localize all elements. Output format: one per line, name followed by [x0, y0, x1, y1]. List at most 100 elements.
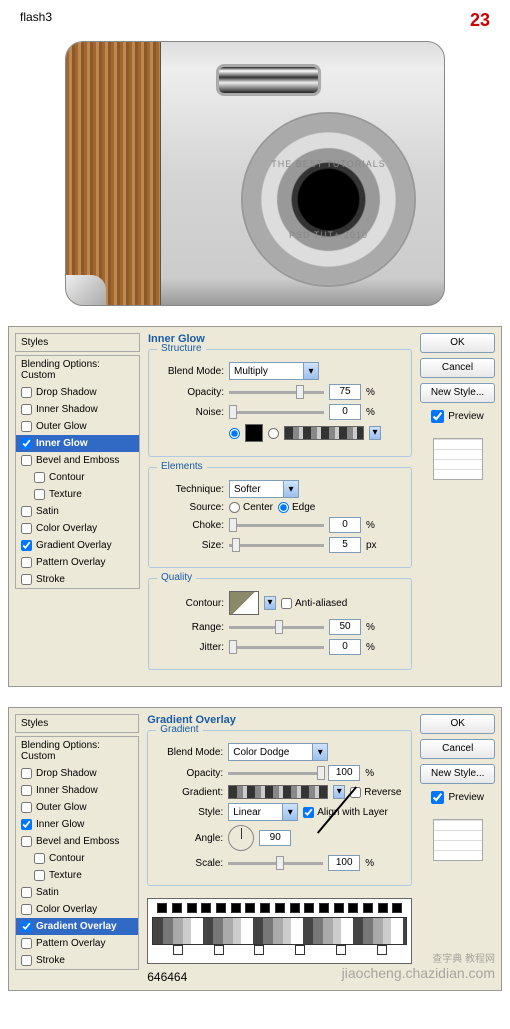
style-texture[interactable]: Texture	[16, 486, 139, 503]
style-color_overlay[interactable]: Color Overlay	[16, 901, 138, 918]
range-slider[interactable]	[229, 626, 324, 629]
ok-button[interactable]: OK	[420, 333, 495, 353]
opacity-stop[interactable]	[378, 903, 388, 913]
gradient-swatch[interactable]	[284, 426, 364, 440]
opacity-slider[interactable]	[228, 772, 323, 775]
style-gradient_overlay[interactable]: Gradient Overlay	[16, 537, 139, 554]
style-satin[interactable]: Satin	[16, 884, 138, 901]
style-outer_glow[interactable]: Outer Glow	[16, 799, 138, 816]
preview-swatch	[433, 819, 483, 861]
opacity-input[interactable]: 75	[329, 384, 361, 400]
opacity-stop[interactable]	[334, 903, 344, 913]
watermark: 查字典 教程网	[432, 950, 495, 965]
opacity-stop[interactable]	[172, 903, 182, 913]
opacity-stop[interactable]	[319, 903, 329, 913]
color-stop[interactable]	[336, 945, 346, 955]
style-outer_glow[interactable]: Outer Glow	[16, 418, 139, 435]
color-stop[interactable]	[214, 945, 224, 955]
opacity-slider[interactable]	[229, 391, 324, 394]
align-checkbox[interactable]	[303, 807, 314, 818]
preview-swatch	[433, 438, 483, 480]
opacity-input[interactable]: 100	[328, 765, 360, 781]
styles-header[interactable]: Styles	[15, 714, 139, 733]
ok-button[interactable]: OK	[420, 714, 495, 734]
choke-input[interactable]: 0	[329, 517, 361, 533]
style-drop_shadow[interactable]: Drop Shadow	[16, 384, 139, 401]
style-stroke[interactable]: Stroke	[16, 952, 138, 969]
contour-picker[interactable]	[229, 591, 259, 615]
blend-mode-select[interactable]: Multiply▾	[229, 362, 319, 380]
size-slider[interactable]	[229, 544, 324, 547]
new-style-button[interactable]: New Style...	[420, 764, 495, 784]
opacity-stop[interactable]	[348, 903, 358, 913]
chevron-down-icon[interactable]: ▾	[369, 426, 381, 440]
technique-select[interactable]: Softer▾	[229, 480, 299, 498]
style-contour[interactable]: Contour	[16, 850, 138, 867]
color-stop[interactable]	[173, 945, 183, 955]
scale-slider[interactable]	[228, 862, 323, 865]
source-edge-radio[interactable]	[278, 502, 289, 513]
gradient-editor[interactable]	[147, 898, 412, 964]
color-swatch[interactable]	[245, 424, 263, 442]
opacity-stop[interactable]	[201, 903, 211, 913]
opacity-stop[interactable]	[275, 903, 285, 913]
cancel-button[interactable]: Cancel	[420, 739, 495, 759]
angle-input[interactable]: 90	[259, 830, 291, 846]
opacity-stop[interactable]	[304, 903, 314, 913]
source-center-radio[interactable]	[229, 502, 240, 513]
color-stop[interactable]	[377, 945, 387, 955]
style-satin[interactable]: Satin	[16, 503, 139, 520]
opacity-stop[interactable]	[187, 903, 197, 913]
angle-dial[interactable]	[228, 825, 254, 851]
opacity-stop[interactable]	[290, 903, 300, 913]
style-color_overlay[interactable]: Color Overlay	[16, 520, 139, 537]
style-inner_shadow[interactable]: Inner Shadow	[16, 782, 138, 799]
preview-checkbox[interactable]	[431, 791, 444, 804]
gradient-picker[interactable]	[228, 785, 328, 799]
preview-checkbox[interactable]	[431, 410, 444, 423]
choke-slider[interactable]	[229, 524, 324, 527]
color-radio[interactable]	[229, 428, 240, 439]
style-contour[interactable]: Contour	[16, 469, 139, 486]
opacity-stop[interactable]	[392, 903, 402, 913]
blending-options[interactable]: Blending Options: Custom	[16, 737, 138, 765]
style-gradient_overlay[interactable]: Gradient Overlay	[16, 918, 138, 935]
layer-style-dialog-inner-glow: Styles Blending Options: Custom Drop Sha…	[8, 326, 502, 687]
jitter-input[interactable]: 0	[329, 639, 361, 655]
chevron-down-icon[interactable]: ▾	[264, 596, 276, 610]
style-bevel[interactable]: Bevel and Emboss	[16, 833, 138, 850]
style-stroke[interactable]: Stroke	[16, 571, 139, 588]
blend-mode-select[interactable]: Color Dodge▾	[228, 743, 328, 761]
size-input[interactable]: 5	[329, 537, 361, 553]
style-inner_glow[interactable]: Inner Glow	[16, 816, 138, 833]
opacity-stop[interactable]	[231, 903, 241, 913]
styles-header[interactable]: Styles	[15, 333, 140, 352]
anti-aliased-checkbox[interactable]	[281, 598, 292, 609]
range-input[interactable]: 50	[329, 619, 361, 635]
style-drop_shadow[interactable]: Drop Shadow	[16, 765, 138, 782]
chevron-down-icon[interactable]: ▾	[333, 785, 345, 799]
step-number: 23	[470, 10, 490, 31]
new-style-button[interactable]: New Style...	[420, 383, 495, 403]
style-pattern_overlay[interactable]: Pattern Overlay	[16, 554, 139, 571]
blending-options[interactable]: Blending Options: Custom	[16, 356, 139, 384]
noise-slider[interactable]	[229, 411, 324, 414]
noise-input[interactable]: 0	[329, 404, 361, 420]
style-inner_shadow[interactable]: Inner Shadow	[16, 401, 139, 418]
style-pattern_overlay[interactable]: Pattern Overlay	[16, 935, 138, 952]
opacity-stop[interactable]	[157, 903, 167, 913]
opacity-stop[interactable]	[260, 903, 270, 913]
cancel-button[interactable]: Cancel	[420, 358, 495, 378]
style-bevel[interactable]: Bevel and Emboss	[16, 452, 139, 469]
jitter-slider[interactable]	[229, 646, 324, 649]
scale-input[interactable]: 100	[328, 855, 360, 871]
style-texture[interactable]: Texture	[16, 867, 138, 884]
opacity-stop[interactable]	[363, 903, 373, 913]
style-inner_glow[interactable]: Inner Glow	[16, 435, 139, 452]
gradient-style-select[interactable]: Linear▾	[228, 803, 298, 821]
gradient-radio[interactable]	[268, 428, 279, 439]
opacity-stop[interactable]	[245, 903, 255, 913]
opacity-stop[interactable]	[216, 903, 226, 913]
color-stop[interactable]	[254, 945, 264, 955]
color-stop[interactable]	[295, 945, 305, 955]
